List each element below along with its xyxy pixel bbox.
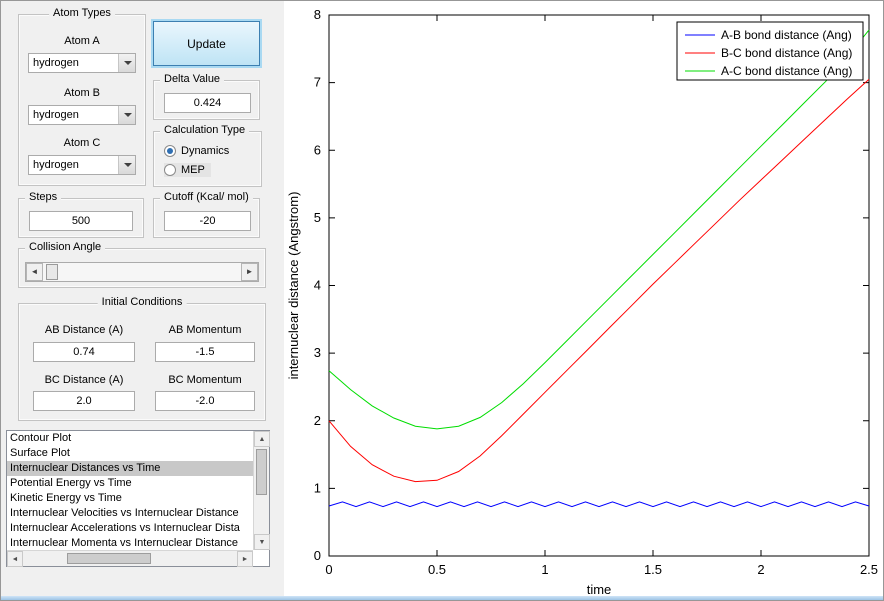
bc-distance-input[interactable] [33, 391, 135, 411]
group-title: Atom Types [49, 7, 115, 19]
y-tick-label: 5 [314, 210, 321, 225]
list-item[interactable]: Surface Plot [7, 446, 253, 461]
x-tick-label: 2 [757, 562, 764, 577]
atom-c-label: Atom C [63, 137, 101, 149]
group-title: Initial Conditions [97, 296, 187, 308]
hscroll-thumb[interactable] [67, 553, 151, 564]
x-tick-label: 0 [325, 562, 332, 577]
ab-distance-label: AB Distance (A) [44, 324, 124, 336]
list-item[interactable]: Contour Plot [7, 431, 253, 446]
group-title: Calculation Type [160, 124, 250, 136]
radio-label: MEP [181, 164, 205, 176]
scroll-up-icon[interactable]: ▲ [254, 431, 270, 447]
y-tick-label: 4 [314, 278, 321, 293]
bc-momentum-label: BC Momentum [168, 374, 242, 386]
legend-label: A-C bond distance (Ang) [721, 64, 852, 78]
slider-left-arrow-icon[interactable]: ◄ [26, 263, 43, 281]
list-item[interactable]: Kinetic Energy vs Time [7, 491, 253, 506]
cutoff-input[interactable] [164, 211, 251, 231]
combo-value: hydrogen [33, 109, 79, 121]
vertical-scrollbar[interactable]: ▲ ▼ [253, 431, 270, 550]
ab-distance-input[interactable] [33, 342, 135, 362]
x-tick-label: 2.5 [860, 562, 878, 577]
chevron-down-icon[interactable] [118, 54, 135, 72]
slider-right-arrow-icon[interactable]: ► [241, 263, 258, 281]
initial-conditions-group: Initial Conditions AB Distance (A) AB Mo… [18, 296, 266, 421]
plot-svg: 0 0.5 1 1.5 2 2.5 0 1 2 3 4 5 6 7 8 time internuclear di… [286, 7, 878, 597]
atom-a-select[interactable]: hydrogen [28, 53, 136, 73]
legend-label: A-B bond distance (Ang) [721, 28, 852, 42]
steps-input[interactable] [29, 211, 133, 231]
y-axis-label: internuclear distance (Angstrom) [286, 192, 301, 380]
scroll-down-icon[interactable]: ▼ [254, 534, 270, 550]
delta-value-input[interactable] [164, 93, 251, 113]
scroll-right-icon[interactable]: ► [237, 551, 253, 567]
radio-button-icon [164, 145, 176, 157]
list-item[interactable]: Internuclear Distances vs Time [7, 461, 253, 476]
list-item[interactable]: Internuclear Momenta vs Internuclear Dis… [7, 536, 253, 550]
y-tick-label: 1 [314, 480, 321, 495]
steps-group: Steps [18, 191, 144, 238]
atom-b-label: Atom B [63, 87, 101, 99]
radio-button-icon [164, 164, 176, 176]
plot-box [328, 14, 870, 557]
plot-area: 0 0.5 1 1.5 2 2.5 0 1 2 3 4 5 6 7 8 time internuclear di… [284, 1, 883, 600]
ab-momentum-input[interactable] [155, 342, 255, 362]
x-axis-label: time [587, 582, 612, 597]
collision-angle-slider[interactable]: ◄ ► [25, 262, 259, 282]
group-title: Delta Value [160, 73, 225, 85]
y-tick-label: 2 [314, 413, 321, 428]
vscroll-thumb[interactable] [256, 449, 267, 495]
delta-value-group: Delta Value [153, 73, 260, 120]
radio-label: Dynamics [181, 145, 230, 157]
chevron-down-icon[interactable] [118, 106, 135, 124]
list-items: Contour Plot Surface Plot Internuclear Dis… [7, 431, 253, 550]
atom-b-select[interactable]: hydrogen [28, 105, 136, 125]
plot-type-listbox[interactable]: Contour Plot Surface Plot Internuclear Dis… [6, 430, 270, 567]
list-item[interactable]: Internuclear Accelerations vs Internucle… [7, 521, 253, 536]
x-tick-label: 1 [541, 562, 548, 577]
slider-thumb[interactable] [46, 264, 58, 280]
y-tick-label: 7 [314, 75, 321, 90]
radio-mep[interactable]: MEP [164, 163, 211, 177]
collision-angle-group: Collision Angle ◄ ► [18, 241, 266, 288]
atom-a-label: Atom A [64, 35, 100, 47]
ab-momentum-label: AB Momentum [168, 324, 242, 336]
bc-distance-label: BC Distance (A) [44, 374, 124, 386]
radio-dynamics[interactable]: Dynamics [164, 144, 229, 158]
cutoff-group: Cutoff (Kcal/ mol) [153, 191, 260, 238]
group-title: Cutoff (Kcal/ mol) [160, 191, 253, 203]
horizontal-scrollbar[interactable]: ◄ ► [7, 550, 253, 567]
atom-types-group: Atom Types Atom A hydrogen Atom B hydrog… [18, 7, 146, 186]
x-tick-label: 0.5 [428, 562, 446, 577]
combo-value: hydrogen [33, 57, 79, 69]
control-panel: Atom Types Atom A hydrogen Atom B hydrog… [1, 1, 284, 600]
x-tick-label: 1.5 [644, 562, 662, 577]
group-title: Steps [25, 191, 62, 203]
legend-label: B-C bond distance (Ang) [721, 46, 852, 60]
list-item[interactable]: Internuclear Velocities vs Internuclear … [7, 506, 253, 521]
group-title: Collision Angle [25, 241, 106, 253]
list-item[interactable]: Potential Energy vs Time [7, 476, 253, 491]
chevron-down-icon[interactable] [118, 156, 135, 174]
y-tick-label: 6 [314, 142, 321, 157]
scroll-left-icon[interactable]: ◄ [7, 551, 23, 567]
application-window: Atom Types Atom A hydrogen Atom B hydrog… [0, 0, 884, 601]
y-tick-label: 0 [314, 548, 321, 563]
bc-momentum-input[interactable] [155, 391, 255, 411]
y-tick-label: 8 [314, 7, 321, 22]
calculation-type-group: Calculation Type Dynamics MEP [153, 124, 262, 187]
y-tick-label: 3 [314, 345, 321, 360]
window-bottom-border [1, 596, 883, 600]
combo-value: hydrogen [33, 159, 79, 171]
update-button[interactable]: Update [153, 21, 260, 66]
atom-c-select[interactable]: hydrogen [28, 155, 136, 175]
